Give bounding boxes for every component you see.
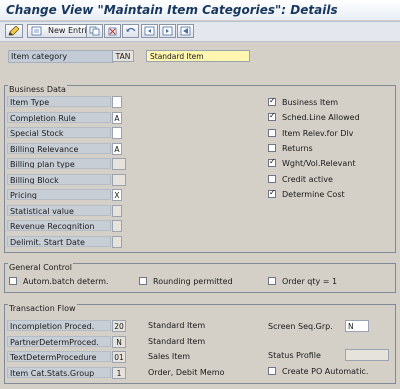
checkbox-wght-vol-relevant[interactable]	[268, 157, 276, 168]
checkbox-label-business-item: Business Item	[282, 98, 339, 107]
copy-icon[interactable]	[86, 24, 103, 38]
field-item-cat-stats-group[interactable]: 1	[112, 366, 126, 379]
previous-page-icon[interactable]	[177, 24, 194, 38]
create-po-automatic-label: Create PO Automatic.	[282, 367, 369, 376]
status-profile-field[interactable]	[345, 349, 389, 361]
checkbox-sched-line-allowed[interactable]	[268, 111, 276, 122]
field-label-incompletion-proced: Incompletion Proced.	[7, 320, 111, 331]
field-special-stock[interactable]	[112, 127, 122, 139]
screen-seq-group-field[interactable]: N	[345, 320, 369, 332]
general-control-title: General Control	[8, 263, 73, 273]
field-label-item-type: Item Type	[7, 96, 111, 107]
field-pricing[interactable]: X	[112, 189, 122, 201]
checkbox-rounding-permitted[interactable]	[139, 277, 147, 285]
undo-icon[interactable]	[122, 24, 139, 38]
field-label-completion-rule: Completion Rule	[7, 111, 111, 123]
checkbox-credit-active[interactable]	[268, 174, 276, 183]
field-label-partnerdetermproced: PartnerDetermProced.	[7, 335, 111, 347]
field-label-billing-relevance: Billing Relevance	[7, 142, 111, 154]
checkbox-label-returns: Returns	[282, 143, 313, 153]
field-label-revenue-recognition: Revenue Recognition	[7, 220, 111, 231]
checkbox-label-sched-line-allowed: Sched.Line Allowed	[282, 113, 360, 123]
first-page-icon[interactable]	[141, 24, 158, 38]
checkbox-determine-cost[interactable]	[268, 188, 276, 198]
page-title: Change View "Maintain Item Categories": …	[6, 3, 338, 17]
field-label-special-stock: Special Stock	[7, 127, 111, 138]
field-label-statistical-value: Statistical value	[7, 204, 111, 216]
field-description-incompletion-proced: Standard Item	[148, 321, 206, 330]
field-revenue-recognition[interactable]	[112, 220, 122, 232]
checkbox-label-order-qty-1: Order qty = 1	[282, 277, 338, 286]
checkbox-order-qty-1[interactable]	[268, 277, 276, 285]
checkbox-business-item[interactable]	[268, 96, 276, 106]
transaction-flow-title: Transaction Flow	[8, 304, 77, 314]
field-billing-plan-type[interactable]	[112, 158, 126, 170]
field-billing-relevance[interactable]: A	[112, 142, 122, 155]
field-label-delimit-start-date: Delimit. Start Date	[7, 235, 111, 247]
checkbox-label-wght-vol-relevant: Wght/Vol.Relevant	[282, 159, 356, 169]
field-description-partnerdetermproced: Standard Item	[148, 336, 206, 346]
checkbox-label-credit-active: Credit active	[282, 174, 333, 184]
item-category-code-field[interactable]: TAN	[112, 50, 134, 62]
field-label-pricing: Pricing	[7, 189, 111, 200]
field-item-type[interactable]	[112, 96, 122, 108]
checkbox-label-autom-batch-determ: Autom.batch determ.	[23, 277, 109, 286]
field-label-billing-block: Billing Block	[7, 173, 111, 185]
next-page-icon[interactable]	[159, 24, 176, 38]
item-category-description-field[interactable]: Standard Item	[146, 50, 250, 62]
field-label-item-cat-stats-group: Item Cat.Stats.Group	[7, 366, 111, 378]
window-title-bar: Change View "Maintain Item Categories": …	[0, 0, 400, 20]
field-billing-block[interactable]	[112, 173, 126, 186]
field-delimit-start-date[interactable]	[112, 235, 122, 248]
field-description-textdetermprocedure: Sales Item	[148, 352, 191, 361]
business-data-title: Business Data	[8, 85, 67, 95]
checkbox-autom-batch-determ[interactable]	[9, 277, 17, 285]
checkbox-label-determine-cost: Determine Cost	[282, 189, 345, 199]
field-label-textdetermprocedure: TextDetermProcedure	[7, 351, 111, 362]
item-category-label: Item category	[8, 50, 114, 63]
field-statistical-value[interactable]	[112, 204, 122, 217]
field-label-billing-plan-type: Billing plan type	[7, 158, 111, 169]
checkbox-returns[interactable]	[268, 143, 276, 152]
delete-icon[interactable]	[104, 24, 121, 38]
create-po-automatic-checkbox[interactable]	[268, 367, 276, 375]
field-completion-rule[interactable]: A	[112, 111, 122, 124]
checkbox-label-item-relev-for-dlv: Item Relev.for Dlv	[282, 128, 354, 138]
field-description-item-cat-stats-group: Order, Debit Memo	[148, 367, 225, 377]
edit-pencil-icon[interactable]	[5, 24, 23, 38]
screen-seq-group-label: Screen Seq.Grp.	[268, 322, 333, 331]
field-partnerdetermproced[interactable]: N	[112, 335, 126, 348]
field-incompletion-proced[interactable]: 20	[112, 320, 126, 332]
application-toolbar: New Entries	[0, 21, 400, 42]
field-textdetermprocedure[interactable]: 01	[112, 351, 126, 363]
checkbox-label-rounding-permitted: Rounding permitted	[153, 277, 233, 286]
checkbox-item-relev-for-dlv[interactable]	[268, 128, 276, 137]
status-profile-label: Status Profile	[268, 351, 321, 360]
